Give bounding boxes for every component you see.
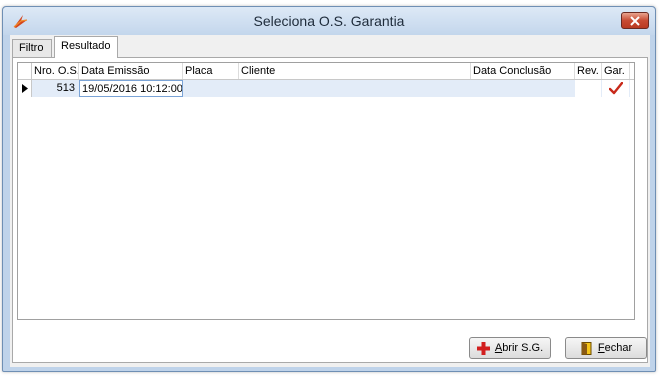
red-cross-icon — [476, 341, 490, 355]
column-header-data-emissao[interactable]: Data Emissão — [79, 63, 183, 79]
abrir-sg-label: Abrir S.G. — [494, 342, 544, 354]
fechar-label: Fechar — [597, 342, 633, 354]
door-icon — [581, 341, 592, 355]
row-indicator — [18, 80, 32, 97]
header-indicator-cell — [18, 63, 32, 79]
cell-gar[interactable] — [602, 80, 630, 97]
cell-data-conclusao[interactable] — [471, 80, 575, 97]
tab-filtro[interactable]: Filtro — [12, 39, 52, 57]
column-header-gar[interactable]: Gar. — [602, 63, 630, 79]
column-header-rev[interactable]: Rev. — [575, 63, 602, 79]
cell-rev[interactable] — [575, 80, 602, 97]
table-row[interactable]: 513 19/05/2016 10:12:00 — [18, 80, 634, 97]
tab-panel-resultado: Nro. O.S. Data Emissão Placa Cliente Dat… — [12, 57, 648, 363]
window-title: Seleciona O.S. Garantia — [253, 13, 405, 29]
tab-resultado[interactable]: Resultado — [54, 36, 118, 58]
close-button[interactable] — [621, 12, 649, 29]
close-icon — [630, 15, 640, 26]
abrir-sg-button[interactable]: Abrir S.G. — [469, 337, 551, 359]
tab-strip: Filtro Resultado — [10, 35, 650, 58]
column-header-placa[interactable]: Placa — [183, 63, 239, 79]
column-header-nro-os[interactable]: Nro. O.S. — [32, 63, 79, 79]
title-bar[interactable]: Seleciona O.S. Garantia — [3, 7, 655, 35]
cell-data-emissao[interactable]: 19/05/2016 10:12:00 — [79, 80, 183, 97]
grid-header: Nro. O.S. Data Emissão Placa Cliente Dat… — [18, 63, 634, 80]
row-pointer-icon — [21, 84, 28, 93]
cell-nro-os[interactable]: 513 — [32, 80, 79, 97]
dialog-window: Seleciona O.S. Garantia Filtro Resultado… — [2, 6, 656, 372]
column-header-data-conclusao[interactable]: Data Conclusão — [471, 63, 575, 79]
fechar-button[interactable]: Fechar — [565, 337, 647, 359]
cell-cliente[interactable] — [239, 80, 471, 97]
column-header-cliente[interactable]: Cliente — [239, 63, 471, 79]
results-grid[interactable]: Nro. O.S. Data Emissão Placa Cliente Dat… — [17, 62, 635, 320]
check-icon — [608, 82, 623, 95]
cell-placa[interactable] — [183, 80, 239, 97]
dialog-client-area: Filtro Resultado Nro. O.S. Data Emissão … — [10, 35, 650, 367]
